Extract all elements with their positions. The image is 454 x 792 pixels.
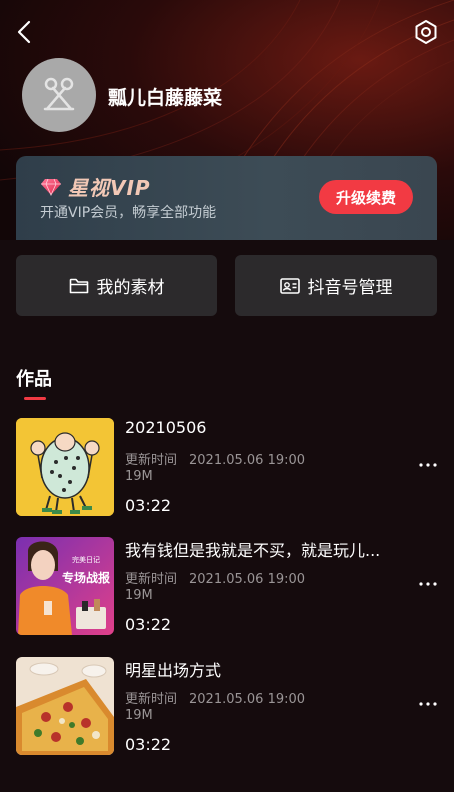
douyin-account-manage-button[interactable]: 抖音号管理 [235,255,437,316]
more-dots-icon [419,702,437,706]
work-size: 19M [125,469,153,484]
update-time-label: 更新时间 [125,453,178,468]
work-item[interactable]: 20210506 更新时间 2021.05.06 19:00 19M 03:22 [0,418,454,518]
work-size: 19M [125,588,153,603]
works-tab-indicator [24,397,46,400]
works-section-title: 作品 [16,369,52,390]
work-thumbnail[interactable]: 完美日记 专场战报 [16,537,114,635]
username: 瓢儿白藤藤菜 [108,87,223,109]
settings-button[interactable] [412,18,440,46]
work-item[interactable]: 明星出场方式 更新时间 2021.05.06 19:00 19M 03:22 [0,657,454,757]
thumb-headline-text: 专场战报 [62,571,111,585]
update-time-label: 更新时间 [125,692,178,707]
folder-icon [69,278,88,293]
update-time-label: 更新时间 [125,572,178,587]
more-options-button[interactable] [418,697,438,711]
diamond-icon [41,178,61,196]
more-dots-icon [419,582,437,586]
work-title: 我有钱但是我就是不买，就是玩儿... [125,541,381,560]
more-dots-icon [419,463,437,467]
work-thumbnail[interactable] [16,418,114,516]
settings-icon [415,20,437,44]
id-card-icon [279,277,300,294]
update-time-value: 2021.05.06 19:00 [189,572,306,587]
work-duration: 03:22 [125,735,172,754]
work-duration: 03:22 [125,496,172,515]
work-title: 明星出场方式 [125,661,222,680]
work-item[interactable]: 完美日记 专场战报 我有钱但是我就是不买，就是玩儿... 更新时间 2021.05… [0,537,454,637]
work-update-time: 更新时间 2021.05.06 19:00 [125,688,305,707]
cartoon-thumbnail [16,418,114,516]
work-size: 19M [125,708,153,723]
thumb-brand-text: 完美日记 [72,556,100,564]
vip-subtitle: 开通VIP会员，畅享全部功能 [40,205,217,221]
main-content: 我的素材 抖音号管理 作品 20210506 更新时间 2021.05.06 1… [0,240,454,792]
vip-card[interactable]: 星视VIP 开通VIP会员，畅享全部功能 升级续费 [16,156,437,240]
my-materials-label: 我的素材 [96,278,165,298]
person-thumbnail [16,537,114,635]
more-options-button[interactable] [418,458,438,472]
vip-title-text: 星视VIP [68,176,151,200]
scissors-placeholder-icon [43,77,75,111]
update-time-value: 2021.05.06 19:00 [189,692,306,707]
profile-header: 瓢儿白藤藤菜 星视VIP 开通VIP会员，畅享全部功能 升级续费 [0,0,454,240]
update-time-value: 2021.05.06 19:00 [189,453,306,468]
work-update-time: 更新时间 2021.05.06 19:00 [125,568,305,587]
avatar[interactable] [22,58,96,132]
work-update-time: 更新时间 2021.05.06 19:00 [125,449,305,468]
more-options-button[interactable] [418,577,438,591]
upgrade-renew-button[interactable]: 升级续费 [319,180,413,214]
my-materials-button[interactable]: 我的素材 [16,255,217,316]
chevron-left-icon [17,20,31,44]
back-button[interactable] [10,18,38,46]
douyin-account-manage-label: 抖音号管理 [307,278,393,298]
work-thumbnail[interactable] [16,657,114,755]
vip-title: 星视VIP [40,172,151,201]
pizza-thumbnail [16,657,114,755]
work-duration: 03:22 [125,615,172,634]
work-title: 20210506 [125,418,207,437]
